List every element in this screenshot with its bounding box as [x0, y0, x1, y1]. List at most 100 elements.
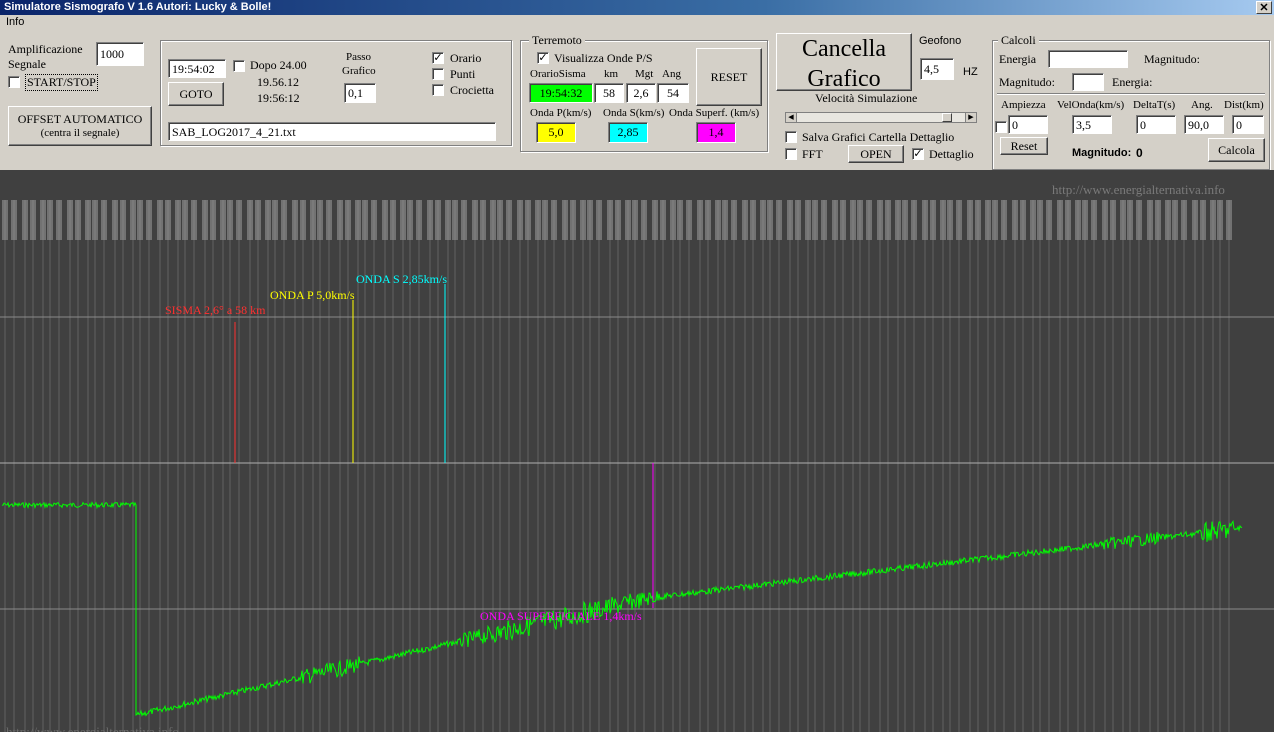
open-button[interactable]: OPEN [848, 145, 904, 163]
watermark-top: http://www.energialternativa.info [1052, 182, 1225, 197]
fft-label: FFT [802, 147, 823, 161]
velocita-scrollbar[interactable]: ◀ ▶ [785, 112, 977, 123]
time-tick-label [731, 200, 737, 240]
calcola-button[interactable]: Calcola [1208, 138, 1265, 162]
time-tick-label [877, 200, 883, 240]
dopo-label: Dopo 24.00 [250, 58, 307, 72]
time-tick-label [30, 200, 36, 240]
time-tick-label [660, 200, 666, 240]
time-tick-label [416, 200, 422, 240]
time-tick-label [760, 200, 766, 240]
start-stop-checkbox[interactable] [8, 76, 20, 88]
watermark-bottom: http://www.energialternativa.info [6, 724, 179, 732]
time-tick-label [677, 200, 683, 240]
time-tick-label [220, 200, 226, 240]
mgt-field[interactable]: 2,6 [626, 83, 656, 103]
crocietta-checkbox[interactable] [432, 84, 444, 96]
salva-checkbox[interactable] [785, 131, 797, 143]
dettaglio-checkbox[interactable]: ✓ [912, 148, 924, 160]
calcoli-reset-button[interactable]: Reset [1000, 137, 1048, 155]
onda-p-field[interactable]: 5,0 [536, 122, 576, 143]
offset-auto-button[interactable]: OFFSET AUTOMATICO (centra il segnale) [8, 106, 152, 146]
time-tick-label [310, 200, 316, 240]
menu-info[interactable]: Info [6, 16, 24, 28]
close-button[interactable]: ✕ [1256, 1, 1272, 14]
time-tick-label [1082, 200, 1088, 240]
time-tick-label [1165, 200, 1171, 240]
time-tick-label [697, 200, 703, 240]
time-tick-label [137, 200, 143, 240]
geofono-input[interactable]: 4,5 [920, 58, 954, 80]
time-tick-label [967, 200, 973, 240]
dopo-checkbox[interactable] [233, 60, 245, 72]
time-tick-label [857, 200, 863, 240]
time-tick-label [1065, 200, 1071, 240]
velocita-thumb[interactable] [942, 113, 953, 122]
time-tick-label [390, 200, 396, 240]
amplification-input[interactable]: 1000 [96, 42, 144, 66]
magnitudo-input[interactable] [1072, 73, 1104, 91]
deltat-input[interactable]: 0 [1136, 115, 1176, 134]
time-tick-label [767, 200, 773, 240]
velonda-input[interactable]: 3,5 [1072, 115, 1112, 134]
time-tick-label [1127, 200, 1133, 240]
punti-checkbox[interactable] [432, 68, 444, 80]
seismograph-plot[interactable]: http://www.energialternativa.info http:/… [0, 170, 1274, 732]
orario-sisma-field[interactable]: 19:54:32 [529, 83, 593, 103]
time-tick-label [956, 200, 962, 240]
time-tick-label [641, 200, 647, 240]
time-tick-label [506, 200, 512, 240]
time-tick-label [1155, 200, 1161, 240]
time-tick-label [722, 200, 728, 240]
onda-sup-field[interactable]: 1,4 [696, 122, 736, 143]
velocita-label: Velocità Simulazione [815, 91, 918, 105]
col-mgt-label: Mgt [635, 68, 654, 80]
onda-s-field[interactable]: 2,85 [608, 122, 648, 143]
time-tick-label [146, 200, 152, 240]
visualizza-checkbox[interactable]: ✓ [537, 52, 549, 64]
time-tick-label [940, 200, 946, 240]
salva-label: Salva Grafici Cartella Dettaglio [802, 130, 955, 144]
time-tick-label [345, 200, 351, 240]
onda-s-label: Onda S(km/s) [603, 107, 665, 119]
time-tick-label [840, 200, 846, 240]
time-tick-label [1226, 200, 1232, 240]
time-tick-label [281, 200, 287, 240]
fft-checkbox[interactable] [785, 148, 797, 160]
ampiezza-checkbox[interactable] [995, 121, 1007, 133]
passo-input[interactable]: 0,1 [344, 83, 376, 103]
ang-input[interactable]: 90,0 [1184, 115, 1224, 134]
ampiezza-input[interactable]: 0 [1008, 115, 1048, 134]
file-input[interactable]: SAB_LOG2017_4_21.txt [168, 122, 496, 141]
time-tick-label [580, 200, 586, 240]
time-tick-label [1091, 200, 1097, 240]
goto-button[interactable]: GOTO [168, 82, 224, 106]
terremoto-legend: Terremoto [529, 33, 585, 48]
time-tick-label [832, 200, 838, 240]
cancella-grafico-button[interactable]: Cancella Grafico [776, 33, 912, 92]
time-tick-label [472, 200, 478, 240]
time-tick-label [255, 200, 261, 240]
time-input[interactable]: 19:54:02 [168, 59, 226, 78]
time-tick-label [1200, 200, 1206, 240]
orario-checkbox[interactable]: ✓ [432, 52, 444, 64]
start-stop-label[interactable]: START/STOP [25, 74, 98, 91]
time-readout-2: 19:56:12 [257, 91, 300, 105]
scroll-right-icon[interactable]: ▶ [965, 113, 976, 122]
energia-input[interactable] [1048, 50, 1128, 68]
time-tick-label [292, 200, 298, 240]
time-tick-label [461, 200, 467, 240]
time-tick-label [202, 200, 208, 240]
time-tick-label [317, 200, 323, 240]
reset-button[interactable]: RESET [696, 48, 762, 106]
time-tick-label [497, 200, 503, 240]
ang-field[interactable]: 54 [657, 83, 689, 103]
amplification-label-2: Segnale [8, 57, 46, 71]
scroll-left-icon[interactable]: ◀ [786, 113, 797, 122]
onda-p-label: Onda P(km/s) [530, 107, 592, 119]
time-tick-label [427, 200, 433, 240]
time-tick-label [265, 200, 271, 240]
km-field[interactable]: 58 [594, 83, 624, 103]
dist-input[interactable]: 0 [1232, 115, 1264, 134]
time-tick-label [570, 200, 576, 240]
